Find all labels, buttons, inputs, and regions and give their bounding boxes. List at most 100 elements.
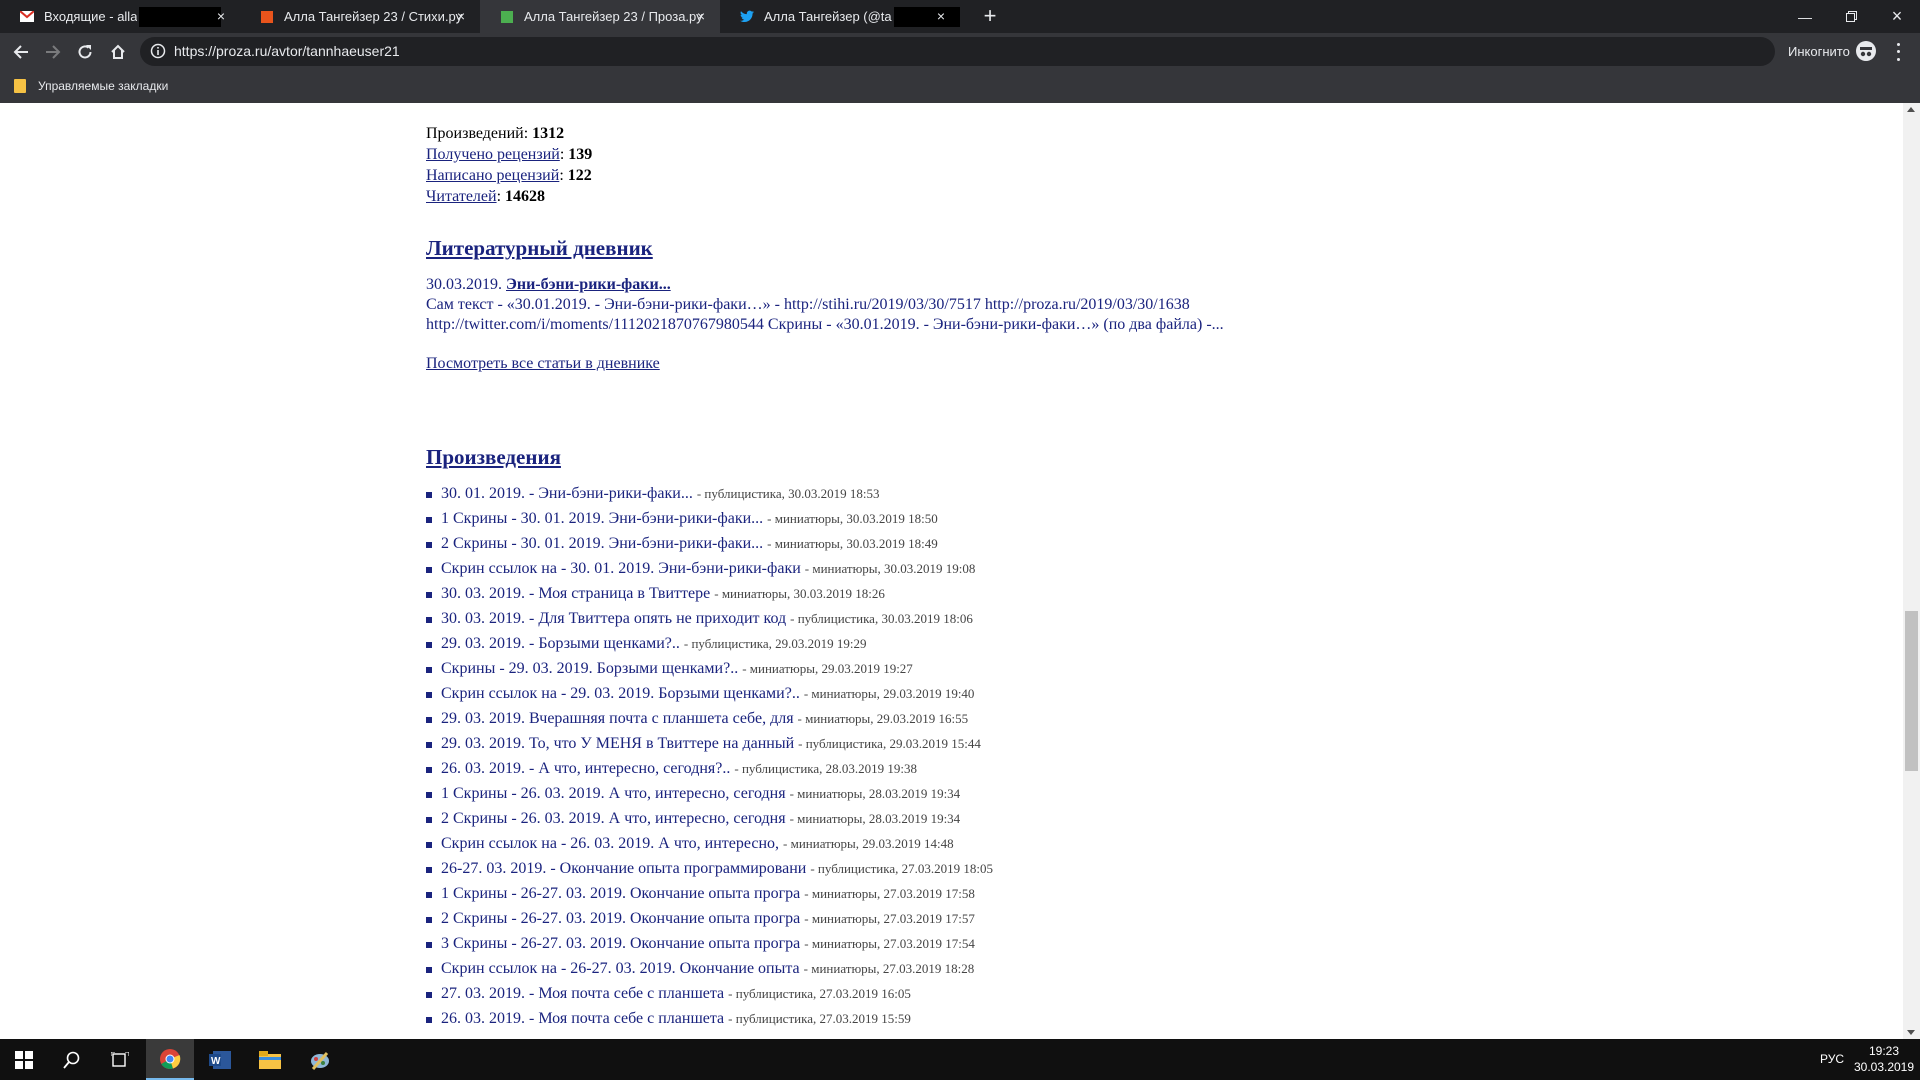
reload-button[interactable] (72, 39, 98, 65)
explorer-taskbar-button[interactable] (246, 1039, 294, 1080)
new-tab-button[interactable]: + (978, 5, 1002, 29)
close-icon[interactable]: × (214, 9, 228, 23)
diary-heading[interactable]: Литературный дневник (426, 236, 653, 261)
restore-button[interactable] (1828, 0, 1874, 33)
forward-button[interactable] (40, 39, 66, 65)
search-button[interactable] (48, 1039, 96, 1080)
work-title-link[interactable]: 2 Скрины - 26. 03. 2019. А что, интересн… (441, 810, 786, 827)
works-heading[interactable]: Произведения (426, 445, 561, 470)
works-list-item: 2 Скрины - 30. 01. 2019. Эни-бэни-рики-ф… (426, 534, 993, 559)
work-meta: - публицистика, 27.03.2019 15:59 (728, 1011, 911, 1026)
work-title-link[interactable]: 1 Скрины - 26. 03. 2019. А что, интересн… (441, 785, 786, 802)
scrollbar-thumb[interactable] (1905, 611, 1918, 771)
diary-date: 30.03.2019. (426, 276, 502, 293)
paint-taskbar-button[interactable] (296, 1039, 344, 1080)
scroll-down-icon[interactable] (1907, 1030, 1915, 1035)
work-meta: - миниатюры, 30.03.2019 18:26 (714, 586, 885, 601)
incognito-label: Инкогнито (1788, 44, 1850, 59)
bookmarks-bar: Управляемые закладки (0, 71, 1920, 103)
tab-title: Алла Тангейзер 23 / Проза.ру (524, 9, 703, 24)
task-view-icon (111, 1051, 129, 1067)
system-clock[interactable]: 19:23 30.03.2019 (1852, 1043, 1916, 1075)
close-icon[interactable]: × (694, 9, 708, 23)
url-text[interactable]: https://proza.ru/avtor/tannhaeuser21 (174, 43, 400, 59)
work-title-link[interactable]: Скрин ссылок на - 29. 03. 2019. Борзыми … (441, 685, 800, 702)
tab-title: Входящие - alla (44, 9, 138, 24)
tab-proza[interactable]: Алла Тангейзер 23 / Проза.ру × (480, 0, 720, 33)
work-title-link[interactable]: 2 Скрины - 30. 01. 2019. Эни-бэни-рики-ф… (441, 535, 763, 552)
windows-icon (15, 1050, 33, 1069)
work-title-link[interactable]: 1 Скрины - 30. 01. 2019. Эни-бэни-рики-ф… (441, 510, 763, 527)
arrow-left-icon (13, 45, 28, 59)
work-title-link[interactable]: 30. 01. 2019. - Эни-бэни-рики-факи... (441, 485, 693, 502)
work-title-link[interactable]: 29. 03. 2019. - Борзыми щенками?.. (441, 635, 680, 652)
stat-reviews-received: Получено рецензий: 139 (426, 146, 593, 163)
work-title-link[interactable]: Скрины - 29. 03. 2019. Борзыми щенками?.… (441, 660, 738, 677)
reviews-written-link[interactable]: Написано рецензий (426, 167, 559, 184)
home-icon (111, 44, 125, 59)
works-list-item: 3 Скрины - 26-27. 03. 2019. Окончание оп… (426, 934, 993, 959)
work-title-link[interactable]: 29. 03. 2019. То, что У МЕНЯ в Твиттере … (441, 735, 794, 752)
home-button[interactable] (105, 39, 131, 65)
word-taskbar-button[interactable]: W (196, 1039, 244, 1080)
task-view-button[interactable] (96, 1039, 144, 1080)
tab-gmail[interactable]: Входящие - alla × (0, 0, 240, 33)
diary-text-line: http://twitter.com/i/moments/11120218707… (426, 316, 1224, 333)
address-bar[interactable]: https://proza.ru/avtor/tannhaeuser21 (140, 37, 1775, 66)
tab-stihi[interactable]: Алла Тангейзер 23 / Стихи.ру × (240, 0, 480, 33)
bookmark-folder[interactable]: Управляемые закладки (14, 79, 168, 93)
close-window-button[interactable]: × (1874, 0, 1920, 33)
work-title-link[interactable]: 27. 03. 2019. - Моя почта себе с планшет… (441, 985, 724, 1002)
diary-entry-title[interactable]: Эни-бэни-рики-факи... (506, 276, 671, 293)
proza-icon (500, 10, 514, 24)
work-title-link[interactable]: 26. 03. 2019. - Моя почта себе с планшет… (441, 1010, 724, 1027)
reviews-received-link[interactable]: Получено рецензий (426, 146, 560, 163)
work-title-link[interactable]: 30. 03. 2019. - Моя страница в Твиттере (441, 585, 710, 602)
start-button[interactable] (0, 1039, 48, 1080)
gmail-icon (20, 10, 34, 24)
work-title-link[interactable]: 29. 03. 2019. Вчерашняя почта с планшета… (441, 710, 794, 727)
input-language[interactable]: РУС (1820, 1052, 1844, 1066)
work-meta: - миниатюры, 29.03.2019 19:27 (742, 661, 913, 676)
work-title-link[interactable]: Скрин ссылок на - 26-27. 03. 2019. Оконч… (441, 960, 800, 977)
stat-value: 1312 (532, 125, 565, 142)
back-button[interactable] (8, 39, 34, 65)
stat-label: Произведений (426, 125, 524, 142)
info-icon[interactable] (150, 43, 166, 64)
works-list-item: 26. 03. 2019. - А что, интересно, сегодн… (426, 759, 993, 784)
close-icon[interactable]: × (934, 9, 948, 23)
readers-link[interactable]: Читателей (426, 188, 497, 205)
work-meta: - миниатюры, 27.03.2019 18:28 (803, 961, 975, 976)
view-all-diary-link[interactable]: Посмотреть все статьи в дневнике (426, 355, 660, 373)
menu-icon[interactable] (1890, 41, 1906, 63)
close-icon[interactable]: × (454, 9, 468, 23)
work-title-link[interactable]: Скрин ссылок на - 26. 03. 2019. А что, и… (441, 835, 779, 852)
works-list-item: Скрин ссылок на - 26-27. 03. 2019. Оконч… (426, 959, 993, 984)
work-title-link[interactable]: 3 Скрины - 26-27. 03. 2019. Окончание оп… (441, 935, 800, 952)
work-title-link[interactable]: 26-27. 03. 2019. - Окончание опыта прогр… (441, 860, 806, 877)
works-list-item: 1 Скрины - 26-27. 03. 2019. Окончание оп… (426, 884, 993, 909)
work-meta: - миниатюры, 30.03.2019 19:08 (804, 561, 976, 576)
minimize-button[interactable]: — (1782, 0, 1828, 33)
tab-twitter[interactable]: Алла Тангейзер (@ta × (720, 0, 960, 33)
scrollbar[interactable] (1903, 103, 1920, 1039)
scroll-up-icon[interactable] (1907, 107, 1915, 112)
stat-works: Произведений: 1312 (426, 125, 565, 142)
reload-icon (78, 45, 92, 59)
stihi-icon (260, 10, 274, 24)
tab-title: Алла Тангейзер (@ta (764, 9, 892, 24)
work-title-link[interactable]: Скрин ссылок на - 30. 01. 2019. Эни-бэни… (441, 560, 801, 577)
diary-entry-header: 30.03.2019. Эни-бэни-рики-факи... (426, 275, 1426, 295)
taskbar: W РУС 19:23 30.03.2019 (0, 1039, 1920, 1080)
works-list-item: 2 Скрины - 26-27. 03. 2019. Окончание оп… (426, 909, 993, 934)
incognito-icon[interactable] (1856, 41, 1876, 66)
work-title-link[interactable]: 2 Скрины - 26-27. 03. 2019. Окончание оп… (441, 910, 800, 927)
diary-text-line: Сам текст - «30.01.2019. - Эни-бэни-рики… (426, 296, 1190, 313)
works-list-item: Скрин ссылок на - 30. 01. 2019. Эни-бэни… (426, 559, 993, 584)
work-meta: - миниатюры, 27.03.2019 17:57 (804, 911, 975, 926)
work-title-link[interactable]: 30. 03. 2019. - Для Твиттера опять не пр… (441, 610, 786, 627)
work-title-link[interactable]: 26. 03. 2019. - А что, интересно, сегодн… (441, 760, 730, 777)
work-title-link[interactable]: 1 Скрины - 26-27. 03. 2019. Окончание оп… (441, 885, 800, 902)
chrome-taskbar-button[interactable] (146, 1039, 194, 1080)
work-meta: - миниатюры, 30.03.2019 18:50 (767, 511, 938, 526)
